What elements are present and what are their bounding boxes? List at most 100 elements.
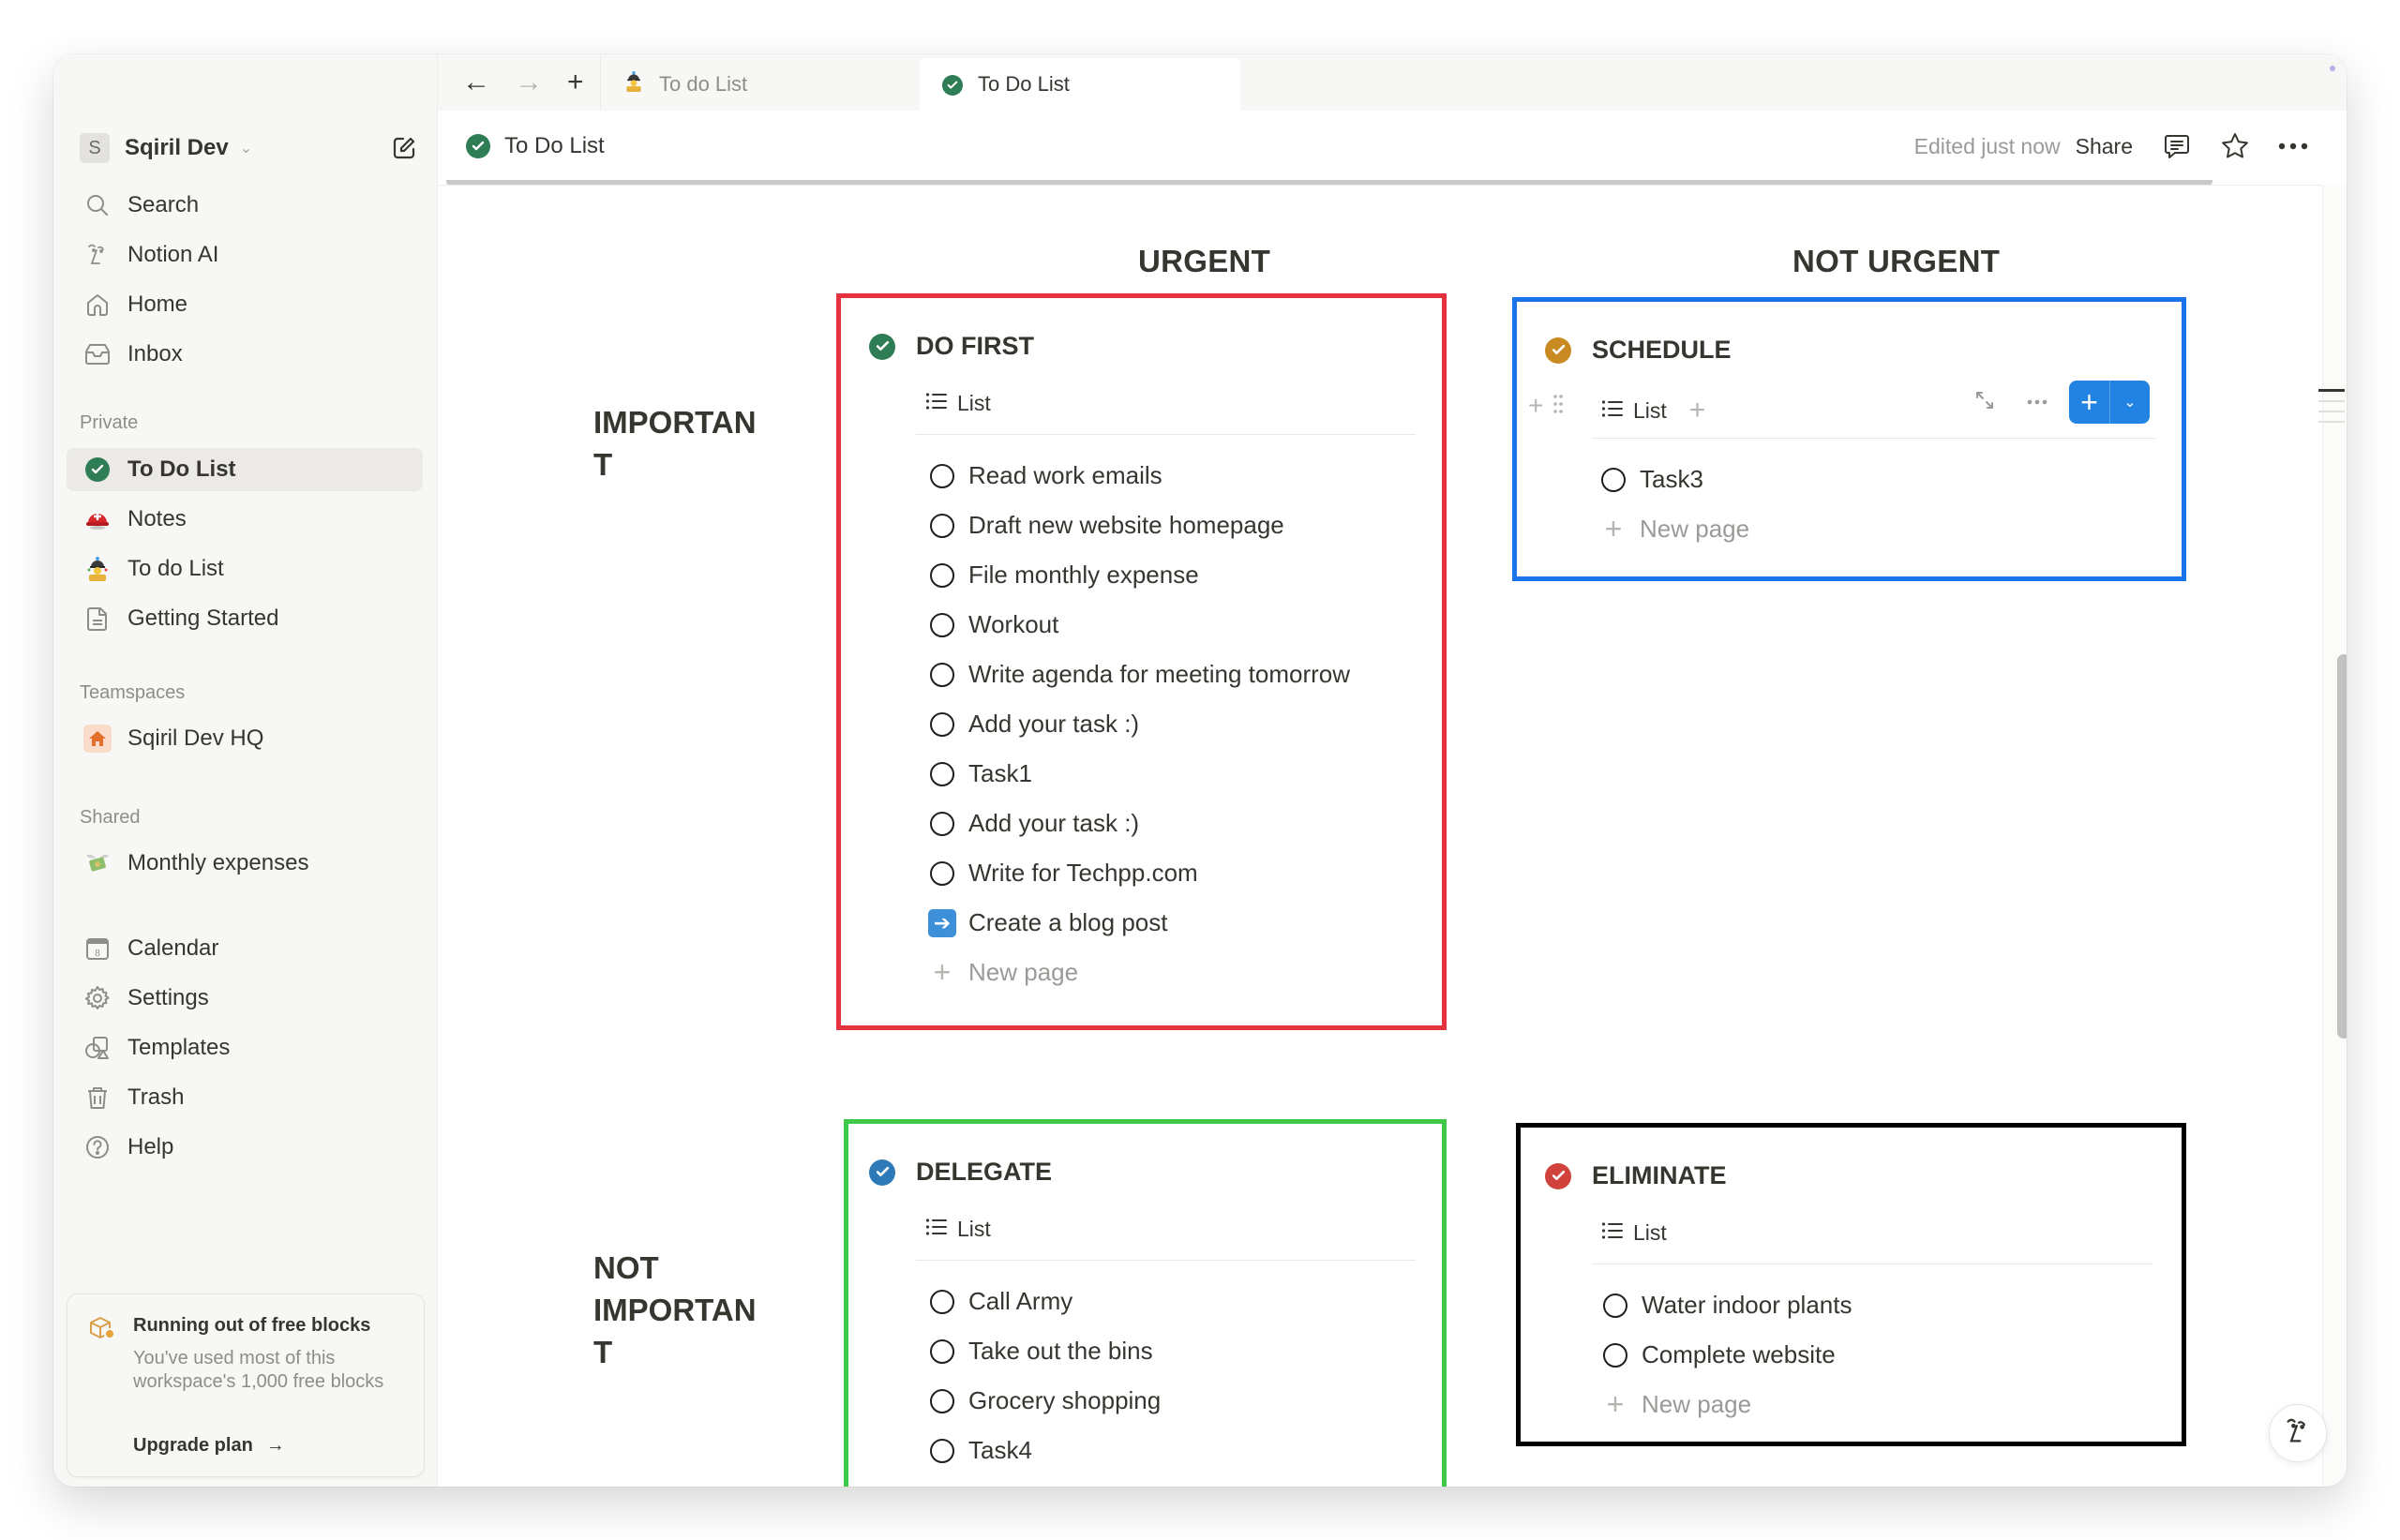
list-item[interactable]: Complete website bbox=[1603, 1330, 2163, 1380]
new-page-button[interactable]: + New page bbox=[1601, 504, 2163, 554]
sidebar-item-trash[interactable]: Trash bbox=[67, 1076, 423, 1119]
status-circle-icon[interactable] bbox=[930, 562, 954, 588]
sidebar-item-help[interactable]: Help bbox=[67, 1126, 423, 1169]
sidebar-item-home[interactable]: Home bbox=[67, 283, 423, 326]
toc-line[interactable] bbox=[2318, 400, 2345, 402]
sidebar-item-monthly-expenses[interactable]: Monthly expenses bbox=[67, 842, 423, 885]
status-circle-icon[interactable] bbox=[930, 711, 954, 737]
sidebar-item-calendar[interactable]: 8 Calendar bbox=[67, 927, 423, 970]
task-title: Add your task :) bbox=[968, 710, 1140, 738]
blue-check-icon bbox=[869, 1159, 895, 1186]
sidebar-item-settings[interactable]: Settings bbox=[67, 977, 423, 1020]
sidebar-item-notion-ai[interactable]: Notion AI bbox=[67, 233, 423, 277]
status-circle-icon[interactable] bbox=[1603, 1293, 1628, 1318]
list-item[interactable]: Task3 bbox=[1601, 455, 2163, 504]
toc-line-active[interactable] bbox=[2318, 389, 2345, 392]
new-item-plus-button[interactable]: + bbox=[2069, 381, 2110, 424]
chevron-down-icon: ⌄ bbox=[239, 141, 253, 157]
status-circle-icon[interactable] bbox=[1603, 1342, 1628, 1368]
view-tab-list[interactable]: List bbox=[925, 1217, 991, 1242]
toc-line[interactable] bbox=[2318, 411, 2345, 412]
view-tab-list[interactable]: List bbox=[1601, 1220, 1667, 1246]
task-title: Task1 bbox=[968, 759, 1032, 787]
comments-icon[interactable] bbox=[2161, 130, 2193, 162]
status-circle-icon[interactable] bbox=[930, 612, 954, 637]
upgrade-plan-link[interactable]: Upgrade plan → bbox=[133, 1435, 285, 1457]
tab-to-do-list-active[interactable]: To Do List bbox=[920, 58, 1240, 111]
status-circle-icon[interactable] bbox=[930, 1388, 954, 1413]
new-page-icon[interactable] bbox=[391, 135, 417, 161]
list-item[interactable]: Write for Techpp.com bbox=[930, 848, 1423, 898]
forward-arrow-icon[interactable]: → bbox=[515, 68, 543, 97]
notion-ai-floating-button[interactable] bbox=[2269, 1404, 2327, 1462]
status-circle-icon[interactable] bbox=[930, 1289, 954, 1314]
add-block-plus-icon[interactable]: + bbox=[1528, 391, 1543, 421]
list-item[interactable]: File monthly expense bbox=[930, 550, 1423, 600]
status-circle-icon[interactable] bbox=[930, 463, 954, 488]
section-label-shared: Shared bbox=[80, 807, 141, 828]
plus-icon: + bbox=[1606, 1387, 1625, 1421]
house-icon bbox=[83, 725, 112, 753]
status-circle-icon[interactable] bbox=[930, 1338, 954, 1364]
scrollbar-thumb[interactable] bbox=[2337, 654, 2347, 1039]
list-item[interactable]: Add your task :) bbox=[930, 699, 1423, 749]
breadcrumb[interactable]: To Do List bbox=[466, 133, 605, 159]
quadrant-title[interactable]: DO FIRST bbox=[869, 332, 1034, 361]
drag-handle-icon[interactable] bbox=[1552, 391, 1564, 421]
sidebar-item-search[interactable]: Search bbox=[67, 184, 423, 227]
construction-worker-emoji-icon bbox=[83, 555, 112, 583]
more-options-icon[interactable] bbox=[2277, 130, 2309, 162]
sidebar-item-to-do-list-2[interactable]: To do List bbox=[67, 547, 423, 591]
list-item[interactable]: Call Army bbox=[930, 1277, 1423, 1326]
status-circle-icon[interactable] bbox=[1601, 467, 1626, 492]
expand-icon[interactable] bbox=[1973, 389, 1996, 416]
view-label: List bbox=[957, 1217, 991, 1241]
tab-to-do-list-worker[interactable]: To do List bbox=[601, 58, 920, 111]
table-of-contents-minimap[interactable] bbox=[2318, 389, 2345, 431]
list-item[interactable]: Draft new website homepage bbox=[930, 501, 1423, 550]
status-circle-icon[interactable] bbox=[930, 860, 954, 886]
list-item[interactable]: Read work emails bbox=[930, 451, 1423, 501]
list-item[interactable]: Write agenda for meeting tomorrow bbox=[930, 650, 1423, 699]
more-options-icon[interactable] bbox=[2026, 394, 2048, 411]
list-item[interactable]: Take out the bins bbox=[930, 1326, 1423, 1376]
quadrant-title[interactable]: SCHEDULE bbox=[1545, 336, 1732, 365]
status-circle-icon[interactable] bbox=[930, 513, 954, 538]
star-icon[interactable] bbox=[2219, 130, 2251, 162]
new-tab-plus-icon[interactable]: + bbox=[567, 68, 584, 97]
list-item[interactable]: Water indoor plants bbox=[1603, 1280, 2163, 1330]
workspace-switcher[interactable]: S Sqiril Dev ⌄ bbox=[80, 129, 417, 167]
list-item[interactable]: Task4 bbox=[930, 1426, 1423, 1475]
status-circle-icon[interactable] bbox=[930, 1438, 954, 1463]
edited-status: Edited just now bbox=[1913, 133, 2061, 158]
sidebar-item-getting-started[interactable]: Getting Started bbox=[67, 597, 423, 640]
sidebar-item-to-do-list[interactable]: To Do List bbox=[67, 448, 423, 491]
back-arrow-icon[interactable]: ← bbox=[462, 68, 490, 97]
view-tab-list[interactable]: List + bbox=[1601, 395, 1705, 426]
sidebar-item-notes[interactable]: Notes bbox=[67, 498, 423, 541]
list-item[interactable]: Task2 bbox=[930, 1475, 1423, 1487]
sidebar-item-templates[interactable]: Templates bbox=[67, 1026, 423, 1069]
list-item[interactable]: ➔ Create a blog post bbox=[928, 898, 1423, 948]
sidebar-item-inbox[interactable]: Inbox bbox=[67, 333, 423, 376]
share-button[interactable]: Share bbox=[2076, 134, 2133, 159]
status-circle-icon[interactable] bbox=[930, 761, 954, 786]
list-item[interactable]: Grocery shopping bbox=[930, 1376, 1423, 1426]
view-tab-list[interactable]: List bbox=[925, 391, 991, 416]
add-view-plus-icon[interactable]: + bbox=[1689, 395, 1706, 426]
new-page-button[interactable]: + New page bbox=[1603, 1380, 2163, 1429]
quadrant-title[interactable]: ELIMINATE bbox=[1545, 1161, 1727, 1190]
sidebar-item-sqiril-dev-hq[interactable]: Sqiril Dev HQ bbox=[67, 717, 423, 760]
sidebar-item-label: Notion AI bbox=[128, 242, 219, 267]
new-page-button[interactable]: + New page bbox=[930, 948, 1423, 997]
toc-line[interactable] bbox=[2318, 421, 2345, 423]
list-item[interactable]: Task1 bbox=[930, 749, 1423, 799]
list-item[interactable]: Workout bbox=[930, 600, 1423, 650]
status-circle-icon[interactable] bbox=[930, 662, 954, 687]
task-title: File monthly expense bbox=[968, 561, 1199, 589]
quadrant-title[interactable]: DELEGATE bbox=[869, 1158, 1052, 1187]
new-item-dropdown-chevron-icon[interactable]: ⌄ bbox=[2110, 381, 2150, 424]
arrow-right-icon: → bbox=[265, 1435, 285, 1456]
status-circle-icon[interactable] bbox=[930, 811, 954, 836]
list-item[interactable]: Add your task :) bbox=[930, 799, 1423, 848]
